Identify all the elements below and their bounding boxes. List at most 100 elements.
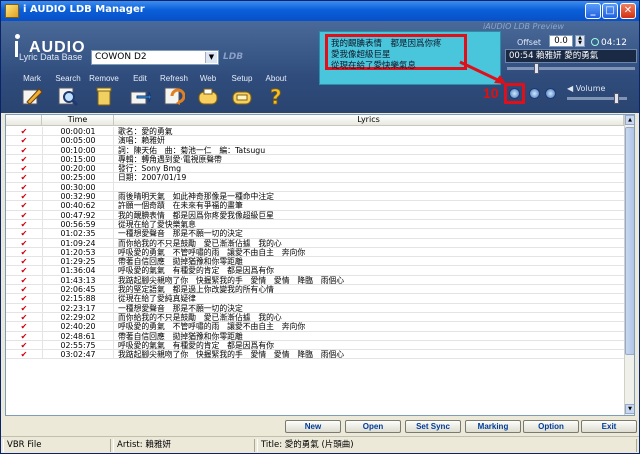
- table-row[interactable]: ✔ 02:06:45 我的堅定語氣 都是過上你改變我的所有心情: [6, 285, 624, 295]
- table-row[interactable]: ✔ 01:43:13 我踮起腳尖親吻了你 快握緊我的手 愛情 愛情 降臨 雨個心: [6, 275, 624, 286]
- lyric-cell: 一種想愛聲音 那是不願一切的決定: [118, 229, 243, 239]
- column-lyrics[interactable]: Lyrics: [114, 115, 624, 126]
- time-cell: 02:40:20: [42, 322, 114, 332]
- refresh-button[interactable]: Refresh: [157, 74, 191, 112]
- table-row[interactable]: ✔ 01:36:04 呼吸愛的氣氣 有種愛的肯定 都是因爲有你: [6, 266, 624, 276]
- new-button[interactable]: New: [285, 420, 341, 433]
- option-button[interactable]: Option: [523, 420, 579, 433]
- table-row[interactable]: ✔ 02:48:61 帶著自信回應 拋掉猶豫和你零距離: [6, 331, 624, 341]
- checkmark-icon[interactable]: ✔: [6, 220, 42, 229]
- mark-button[interactable]: Mark: [15, 74, 49, 112]
- table-body: ✔ 00:00:01 歌名：愛的勇氣 ✔ 00:05:00 演唱：賴雅妍 ✔ 00:10:00…: [6, 127, 624, 360]
- table-row[interactable]: ✔ 00:05:00 演唱：賴雅妍: [6, 136, 624, 146]
- column-mark[interactable]: [6, 115, 42, 126]
- checkmark-icon[interactable]: ✔: [6, 183, 42, 192]
- play-button[interactable]: [509, 88, 520, 99]
- offset-spinner[interactable]: ▲ ▼: [575, 35, 585, 47]
- set-sync-button[interactable]: Set Sync: [405, 420, 461, 433]
- search-button[interactable]: Search: [51, 74, 85, 112]
- table-row[interactable]: ✔ 02:29:02 而你給我的不只是鼓勵 愛已漸漸佔據 我的心: [6, 312, 624, 323]
- checkmark-icon[interactable]: ✔: [6, 266, 42, 275]
- checkmark-icon[interactable]: ✔: [6, 322, 42, 331]
- checkmark-icon[interactable]: ✔: [6, 211, 42, 220]
- table-row[interactable]: ✔ 00:56:59 從現在給了愛快樂氣息: [6, 219, 624, 230]
- table-row[interactable]: ✔ 00:10:00 詞：陳天佑 曲：菊池一仁 編：Tatsugu: [6, 145, 624, 155]
- volume-slider[interactable]: [567, 93, 627, 104]
- setup-button[interactable]: Setup: [225, 74, 259, 112]
- lyric-cell: 呼吸愛的氣氣 有種愛的肯定 都是因爲有你: [118, 340, 274, 350]
- time-cell: 02:29:02: [42, 312, 114, 322]
- checkmark-icon[interactable]: ✔: [6, 192, 42, 201]
- table-row[interactable]: ✔ 03:02:47 我踮起腳尖親吻了你 快握緊我的手 愛情 愛情 降臨 雨個心: [6, 350, 624, 360]
- time-cell: 00:05:00: [42, 136, 114, 146]
- checkmark-icon[interactable]: ✔: [6, 229, 42, 238]
- checkmark-icon[interactable]: ✔: [6, 136, 42, 145]
- web-button[interactable]: Web: [191, 74, 225, 112]
- checkmark-icon[interactable]: ✔: [6, 350, 42, 359]
- checkmark-icon[interactable]: ✔: [6, 155, 42, 164]
- checkmark-icon[interactable]: ✔: [6, 173, 42, 182]
- about-button[interactable]: About ?: [259, 74, 293, 112]
- volume-handle[interactable]: [614, 93, 619, 104]
- table-row[interactable]: ✔ 00:20:00 發行：Sony Bmg: [6, 164, 624, 174]
- lyric-cell: 呼吸愛的勇氣 不管呼嘯的雨 讓愛不由自主 奔向你: [118, 247, 306, 257]
- checkmark-icon[interactable]: ✔: [6, 257, 42, 266]
- exit-button[interactable]: Exit: [581, 420, 637, 433]
- table-row[interactable]: ✔ 02:15:88 從現在給了愛純真疑律: [6, 294, 624, 304]
- table-row[interactable]: ✔ 01:09:24 而你給我的不只是鼓勵 愛已漸漸佔據 我的心: [6, 238, 624, 248]
- remove-button[interactable]: Remove: [87, 74, 121, 112]
- table-row[interactable]: ✔ 00:25:00 日期：2007/01/19: [6, 173, 624, 183]
- table-row[interactable]: ✔ 00:32:90 雨後晴明天氣 如此神奇那像是一種命中注定: [6, 192, 624, 202]
- time-cell: 01:29:25: [42, 257, 114, 267]
- checkmark-icon[interactable]: ✔: [6, 332, 42, 341]
- table-row[interactable]: ✔ 02:23:17 一種想愛聲音 那是不願一切的決定: [6, 303, 624, 313]
- scroll-down-icon[interactable]: ▼: [625, 404, 634, 414]
- search-icon: [58, 87, 79, 106]
- checkmark-icon[interactable]: ✔: [6, 313, 42, 322]
- table-row[interactable]: ✔ 00:47:92 我的靦腆表情 都是因爲你疼愛我像超級巨星: [6, 210, 624, 220]
- checkmark-icon[interactable]: ✔: [6, 276, 42, 285]
- checkmark-icon[interactable]: ✔: [6, 201, 42, 210]
- app-icon: [5, 4, 19, 18]
- checkmark-icon[interactable]: ✔: [6, 248, 42, 257]
- table-row[interactable]: ✔ 01:20:53 呼吸愛的勇氣 不管呼嘯的雨 讓愛不由自主 奔向你: [6, 247, 624, 258]
- seek-slider[interactable]: [507, 63, 635, 74]
- table-row[interactable]: ✔ 01:02:35 一種想愛聲音 那是不願一切的決定: [6, 229, 624, 239]
- db-select[interactable]: COWON D2 ▼: [91, 50, 219, 65]
- checkmark-icon[interactable]: ✔: [6, 304, 42, 313]
- maximize-button[interactable]: □: [602, 3, 618, 19]
- column-time[interactable]: Time: [42, 115, 114, 126]
- trash-icon: [96, 87, 112, 106]
- checkmark-icon[interactable]: ✔: [6, 285, 42, 294]
- checkmark-icon[interactable]: ✔: [6, 294, 42, 303]
- title-bar[interactable]: i AUDIO LDB Manager _ □ ✕: [1, 1, 639, 21]
- scroll-thumb[interactable]: [625, 127, 634, 355]
- table-row[interactable]: ✔ 00:30:00: [6, 182, 624, 193]
- marking-button[interactable]: Marking: [465, 420, 521, 433]
- scroll-up-icon[interactable]: ▲: [625, 115, 634, 125]
- offset-input[interactable]: 0.0: [549, 35, 573, 47]
- pause-button[interactable]: [529, 88, 540, 99]
- chevron-down-icon[interactable]: ▼: [205, 52, 217, 63]
- checkmark-icon[interactable]: ✔: [6, 239, 42, 248]
- open-button[interactable]: Open: [345, 420, 401, 433]
- table-row[interactable]: ✔ 02:55:75 呼吸愛的氣氣 有種愛的肯定 都是因爲有你: [6, 340, 624, 351]
- minimize-button[interactable]: _: [585, 3, 601, 19]
- table-row[interactable]: ✔ 01:29:25 帶著自信回應 拋掉猶豫和你零距離: [6, 257, 624, 267]
- checkmark-icon[interactable]: ✔: [6, 341, 42, 350]
- web-label: Web: [199, 74, 217, 83]
- lyrics-table[interactable]: Time Lyrics ✔ 00:00:01 歌名：愛的勇氣 ✔ 00:05:00 演唱：…: [5, 114, 635, 416]
- table-row[interactable]: ✔ 00:15:00 專輯：轉角遇到愛·電視原聲帶: [6, 154, 624, 165]
- close-button[interactable]: ✕: [620, 3, 636, 19]
- checkmark-icon[interactable]: ✔: [6, 164, 42, 173]
- vertical-scrollbar[interactable]: ▲ ▼: [624, 115, 634, 415]
- stop-button[interactable]: [545, 88, 556, 99]
- volume-label: ◀ Volume: [567, 84, 606, 93]
- checkmark-icon[interactable]: ✔: [6, 127, 42, 136]
- edit-button[interactable]: Edit: [123, 74, 157, 112]
- checkmark-icon[interactable]: ✔: [6, 146, 42, 155]
- table-row[interactable]: ✔ 02:40:20 呼吸愛的勇氣 不管呼嘯的雨 讓愛不由自主 奔向你: [6, 322, 624, 332]
- table-row[interactable]: ✔ 00:00:01 歌名：愛的勇氣: [6, 127, 624, 137]
- seek-handle[interactable]: [534, 63, 539, 74]
- table-row[interactable]: ✔ 00:40:62 許願一個奇蹟 在未來有爭福的畫筆: [6, 201, 624, 211]
